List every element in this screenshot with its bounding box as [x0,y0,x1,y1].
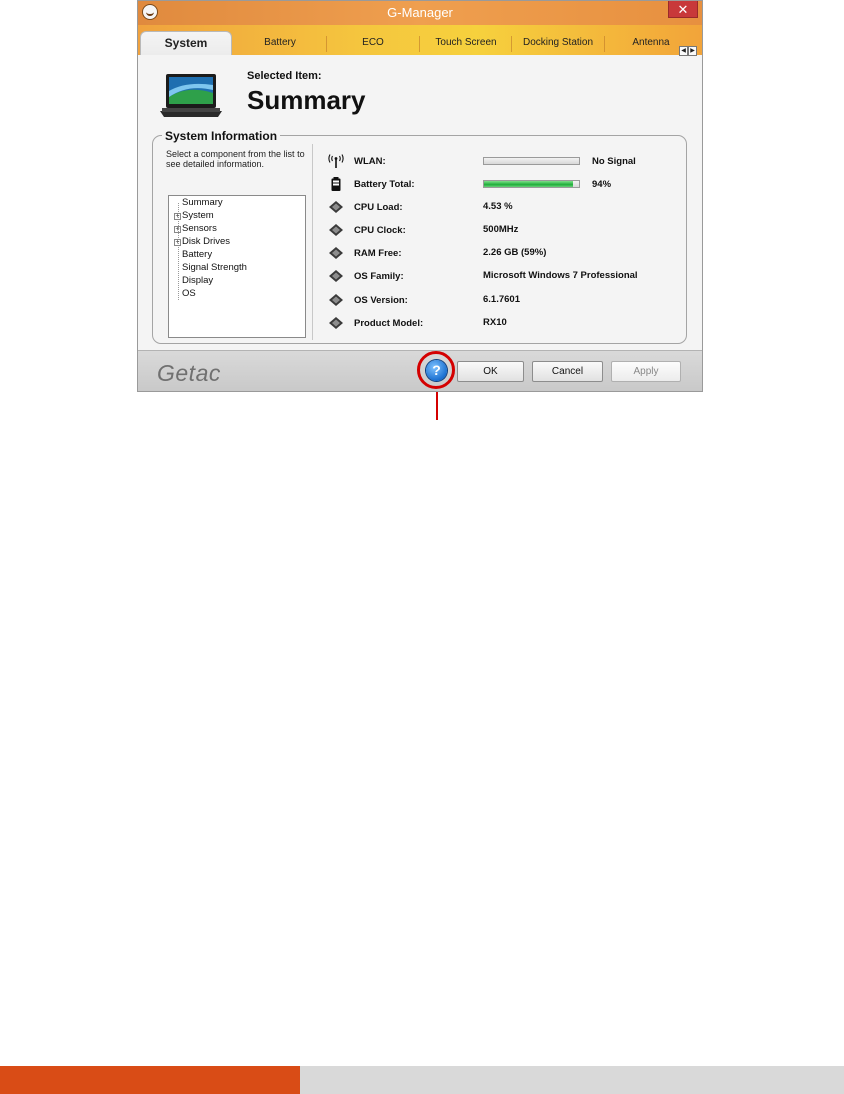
tree-item-battery[interactable]: Battery [174,248,212,261]
laptop-icon [160,74,222,117]
battery-total-label: Battery Total: [354,179,415,190]
callout-pointer-line [436,392,438,420]
help-icon[interactable]: ? [426,360,447,381]
tree-item-label: System [182,210,214,221]
ok-button[interactable]: OK [457,361,524,382]
tree-item-display[interactable]: Display [174,274,213,287]
expand-icon[interactable]: + [174,213,181,220]
component-tree[interactable]: Summary + System + Sensors + Disk Drives Ba… [168,195,306,338]
tree-item-label: Battery [182,249,213,260]
product-model-label: Product Model: [354,318,424,329]
tab-scroll-buttons: ◀ ▶ [679,46,697,56]
chip-icon [329,247,343,259]
panel-divider [312,144,313,340]
tree-item-signal-strength[interactable]: Signal Strength [174,261,247,274]
chip-icon [329,294,343,306]
apply-button[interactable]: Apply [611,361,681,382]
antenna-icon [328,154,344,168]
cpu-clock-value: 500MHz [483,224,519,235]
tab-docking-station[interactable]: Docking Station [512,34,604,54]
battery-icon [331,177,341,191]
group-title: System Information [162,129,281,143]
tree-item-disk-drives[interactable]: + Disk Drives [174,235,230,248]
os-family-value: Microsoft Windows 7 Professional [483,270,638,281]
selected-item-value: Summary [247,85,366,115]
os-family-label: OS Family: [354,271,404,282]
page-footer-band [300,1066,844,1094]
window-title: G-Manager [387,5,453,20]
tree-item-label: Display [182,275,214,286]
chip-icon [329,270,343,282]
tree-item-label: Sensors [182,223,217,234]
tree-item-label: Disk Drives [182,236,231,247]
scroll-right-icon[interactable]: ▶ [688,46,697,56]
ram-free-label: RAM Free: [354,248,402,259]
hint-text: Select a component from the list to see … [166,149,305,169]
wlan-label: WLAN: [354,156,386,167]
getac-logo: Getac [157,360,221,386]
cpu-load-label: CPU Load: [354,202,403,213]
selected-item-label: Selected Item: [247,70,322,82]
chip-icon [329,224,343,236]
chip-icon [329,317,343,329]
tree-item-os[interactable]: OS [174,287,196,300]
tab-system[interactable]: System [140,31,232,55]
expand-icon[interactable]: + [174,239,181,246]
cpu-load-value: 4.53 % [483,201,513,212]
dialog-footer: Getac ? OK Cancel Apply [138,350,702,391]
tree-item-sensors[interactable]: + Sensors [174,222,217,235]
cancel-button[interactable]: Cancel [532,361,603,382]
tab-touch-screen[interactable]: Touch Screen [420,34,512,54]
tree-item-label: OS [182,288,196,299]
tree-item-label: Summary [182,197,223,208]
cpu-clock-label: CPU Clock: [354,225,406,236]
page-footer-band-accent [0,1066,300,1094]
ram-free-value: 2.26 GB (59%) [483,247,547,258]
scroll-left-icon[interactable]: ◀ [679,46,688,56]
g-manager-window: G-Manager ✕ System Battery ECO Touch Scr… [137,0,703,392]
tab-battery[interactable]: Battery [234,34,326,54]
chip-icon [329,201,343,213]
title-bar[interactable]: G-Manager ✕ [138,1,702,25]
tree-item-summary[interactable]: Summary [174,196,223,209]
tab-bar: System Battery ECO Touch Screen Docking … [138,25,702,56]
tab-eco[interactable]: ECO [327,34,419,54]
wlan-signal-bar [483,157,580,165]
os-version-label: OS Version: [354,295,408,306]
expand-icon[interactable]: + [174,226,181,233]
tree-item-label: Signal Strength [182,262,247,273]
battery-level-fill [484,181,574,187]
battery-total-value: 94% [592,179,612,190]
tree-item-system[interactable]: + System [174,209,214,222]
battery-level-bar [483,180,580,188]
product-model-value: RX10 [483,317,507,328]
os-version-value: 6.1.7601 [483,294,520,305]
wlan-value: No Signal [592,156,636,167]
close-button[interactable]: ✕ [668,1,698,18]
